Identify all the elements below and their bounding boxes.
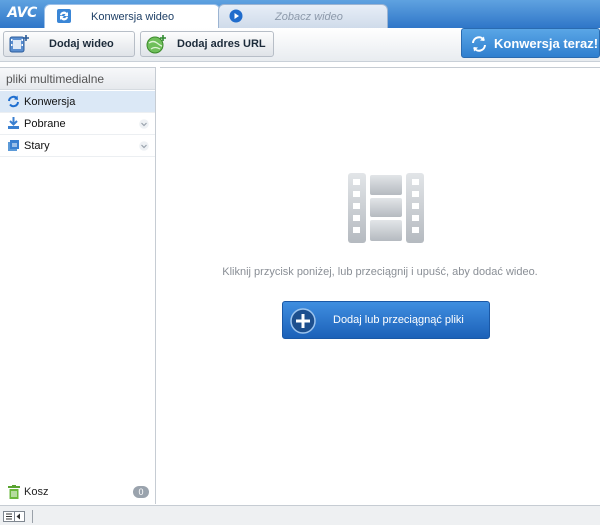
add-video-button[interactable]: Dodaj wideo bbox=[3, 31, 135, 57]
sidebar-item-stary[interactable]: Stary bbox=[0, 135, 155, 157]
convert-now-button[interactable]: Konwersja teraz! bbox=[461, 28, 600, 58]
trash-count-badge: 0 bbox=[133, 486, 149, 498]
refresh-icon bbox=[8, 95, 19, 108]
globe-add-icon bbox=[146, 35, 166, 54]
sidebar-item-trash[interactable]: Kosz 0 bbox=[0, 481, 155, 503]
sidebar-item-konwersja[interactable]: Konwersja bbox=[0, 91, 155, 113]
tab-watch-video[interactable]: Zobacz wideo bbox=[218, 4, 388, 28]
sidebar-item-pobrane[interactable]: Pobrane bbox=[0, 113, 155, 135]
drop-hint-text: Kliknij przycisk poniżej, lub przeciągni… bbox=[222, 266, 538, 278]
film-strip-icon bbox=[348, 173, 424, 243]
archive-icon bbox=[8, 140, 19, 151]
add-video-icon bbox=[9, 35, 29, 53]
sidebar-header: pliki multimedialne bbox=[0, 68, 155, 90]
tab-convert-video[interactable]: Konwersja wideo bbox=[44, 4, 220, 28]
add-url-button[interactable]: Dodaj adres URL bbox=[140, 31, 274, 57]
media-sidebar: pliki multimedialne Konwersja Pobrane St… bbox=[0, 67, 156, 504]
add-or-drag-files-button[interactable]: Dodaj lub przeciągnąć pliki bbox=[282, 301, 490, 339]
status-bar bbox=[0, 505, 600, 525]
plus-circle-icon bbox=[290, 308, 316, 334]
view-toggle-button[interactable] bbox=[3, 511, 25, 522]
main-drop-area[interactable]: Kliknij przycisk poniżej, lub przeciągni… bbox=[160, 67, 600, 504]
tab-bar: AVC Konwersja wideo Zobacz wideo bbox=[0, 0, 600, 28]
list-view-icon bbox=[6, 512, 20, 521]
chevron-down-icon[interactable] bbox=[139, 141, 149, 151]
chevron-down-icon[interactable] bbox=[139, 119, 149, 129]
convert-icon bbox=[57, 9, 71, 23]
refresh-icon bbox=[472, 36, 486, 52]
toolbar: Dodaj wideo Dodaj adres URL Konwersja te… bbox=[0, 28, 600, 62]
app-logo: AVC bbox=[7, 5, 37, 21]
download-icon bbox=[8, 117, 19, 129]
trash-icon bbox=[8, 485, 20, 499]
status-divider bbox=[32, 510, 33, 523]
play-icon bbox=[229, 9, 243, 23]
